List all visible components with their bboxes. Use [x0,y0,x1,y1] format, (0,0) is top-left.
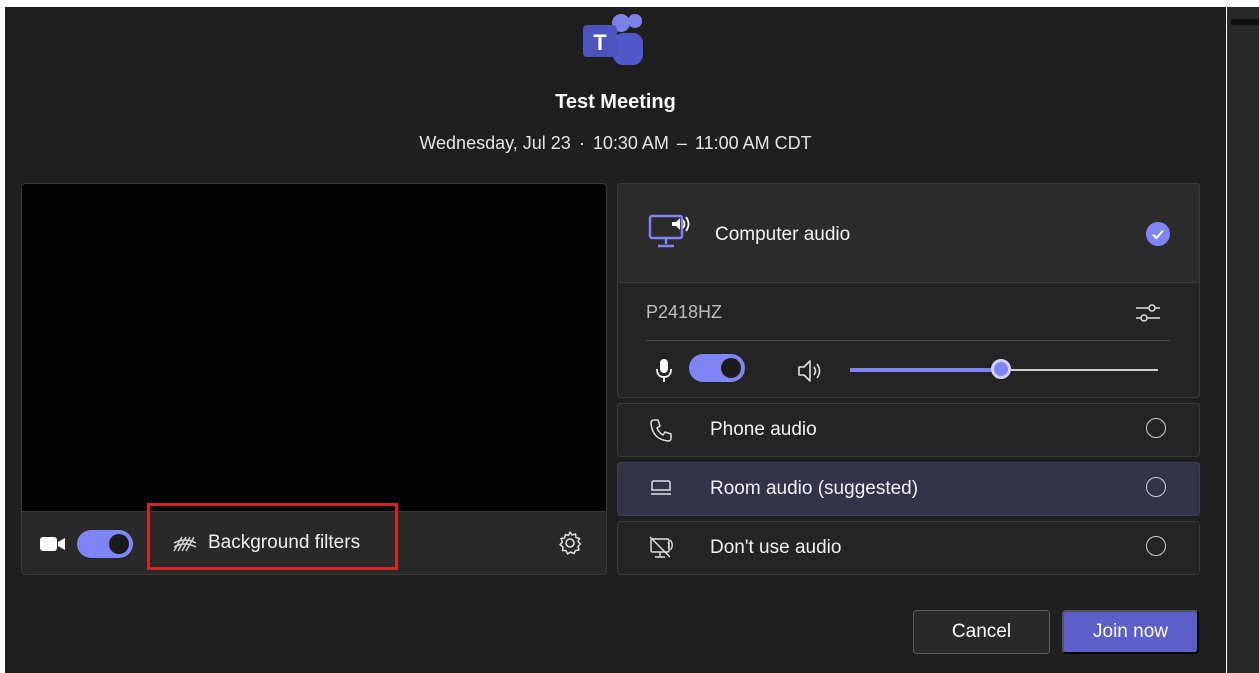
video-preview [21,183,607,512]
phone-audio-label: Phone audio [710,419,817,440]
no-audio-icon [649,536,673,558]
meeting-start: 10:30 AM [592,133,669,153]
teams-logo-icon: T [583,14,643,65]
room-audio-icon [651,480,671,495]
join-now-button[interactable]: Join now [1062,610,1199,654]
computer-audio-label: Computer audio [715,224,851,245]
selected-check-icon [1146,222,1170,246]
no-audio-option[interactable]: Don't use audio [617,521,1200,575]
meeting-title: Test Meeting [555,91,676,113]
side-scroll-strip [1227,7,1259,673]
camera-toggle[interactable] [77,530,133,558]
prejoin-screen: T Test Meeting Wednesday, Jul 23 · 10:30 A… [5,7,1226,673]
computer-audio-option[interactable]: Computer audio [618,184,1199,283]
svg-text:T: T [593,30,607,55]
device-settings-gear-icon[interactable] [557,530,583,556]
room-audio-option[interactable]: Room audio (suggested) [617,462,1200,516]
room-audio-label: Room audio (suggested) [710,478,919,499]
speaker-icon [798,360,821,382]
phone-audio-radio[interactable] [1146,418,1166,438]
audio-settings-sliders-icon[interactable] [1134,300,1162,326]
volume-slider-thumb[interactable] [991,359,1011,379]
background-filters-highlight-box [147,503,398,570]
meeting-end: 11:00 AM CDT [694,133,812,153]
room-audio-radio[interactable] [1146,477,1166,497]
no-audio-radio[interactable] [1146,536,1166,556]
microphone-toggle[interactable] [689,354,745,382]
meeting-time: Wednesday, Jul 23 · 10:30 AM –11:00 AM CDT [419,133,812,153]
no-audio-label: Don't use audio [710,537,842,558]
audio-device-name: P2418HZ [646,302,723,322]
phone-audio-option[interactable]: Phone audio [617,403,1200,457]
camera-icon [40,537,65,551]
microphone-icon [656,359,672,382]
cancel-button[interactable]: Cancel [913,610,1050,654]
computer-audio-icon [648,214,690,248]
meeting-date: Wednesday, Jul 23 [419,133,571,153]
phone-icon [650,419,672,442]
computer-audio-card: Computer audio P2418HZ [617,183,1200,398]
volume-fill [850,368,1001,372]
